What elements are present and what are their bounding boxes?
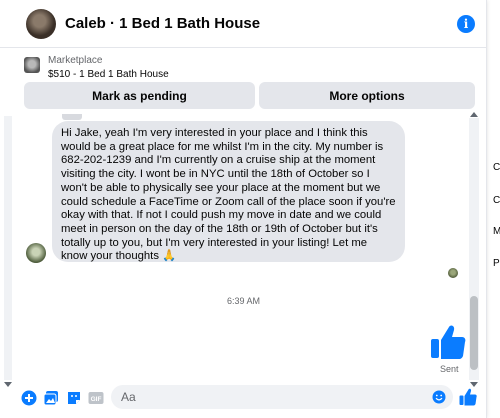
scroll-up-arrow-icon[interactable] xyxy=(470,112,478,117)
chat-header: Caleb · 1 Bed 1 Bath House i xyxy=(0,0,487,48)
gif-icon[interactable]: GIF xyxy=(88,390,104,406)
previous-message-edge xyxy=(62,114,82,120)
thumbs-up-icon[interactable] xyxy=(428,322,468,362)
plus-circle-icon[interactable] xyxy=(21,390,37,406)
gif-label: GIF xyxy=(91,396,102,403)
chat-window: Caleb · 1 Bed 1 Bath House i Marketplace… xyxy=(0,0,487,418)
listing-title[interactable]: $510 - 1 Bed 1 Bath House xyxy=(48,69,169,80)
listing-thumbnail[interactable] xyxy=(24,57,40,73)
sticker-icon[interactable] xyxy=(66,390,82,406)
scrollbar-thumb[interactable] xyxy=(470,296,478,370)
emoji-icon[interactable] xyxy=(432,390,446,404)
sender-avatar[interactable] xyxy=(26,243,46,263)
scroll-down-arrow-icon[interactable] xyxy=(4,382,12,387)
mark-as-pending-button[interactable]: Mark as pending xyxy=(24,82,255,109)
side-panel-letter: M xyxy=(493,226,500,237)
received-message-bubble[interactable]: Hi Jake, yeah I'm very interested in you… xyxy=(52,121,405,262)
message-timestamp: 6:39 AM xyxy=(226,296,261,306)
avatar[interactable] xyxy=(26,8,56,39)
read-receipt-avatar xyxy=(448,268,458,278)
like-button-icon[interactable] xyxy=(458,387,478,407)
more-options-button[interactable]: More options xyxy=(259,82,475,109)
left-scrollbar-track[interactable] xyxy=(4,116,12,380)
side-panel-letter: P xyxy=(493,258,500,269)
info-icon[interactable]: i xyxy=(457,14,475,33)
side-panel-letter: C xyxy=(493,162,500,173)
chat-title[interactable]: Caleb · 1 Bed 1 Bath House xyxy=(65,15,457,32)
side-panel-letter: C xyxy=(493,195,500,206)
photo-icon[interactable] xyxy=(43,390,59,406)
marketplace-label: Marketplace xyxy=(48,55,103,66)
message-input[interactable] xyxy=(111,385,453,409)
sent-status: Sent xyxy=(440,364,459,374)
